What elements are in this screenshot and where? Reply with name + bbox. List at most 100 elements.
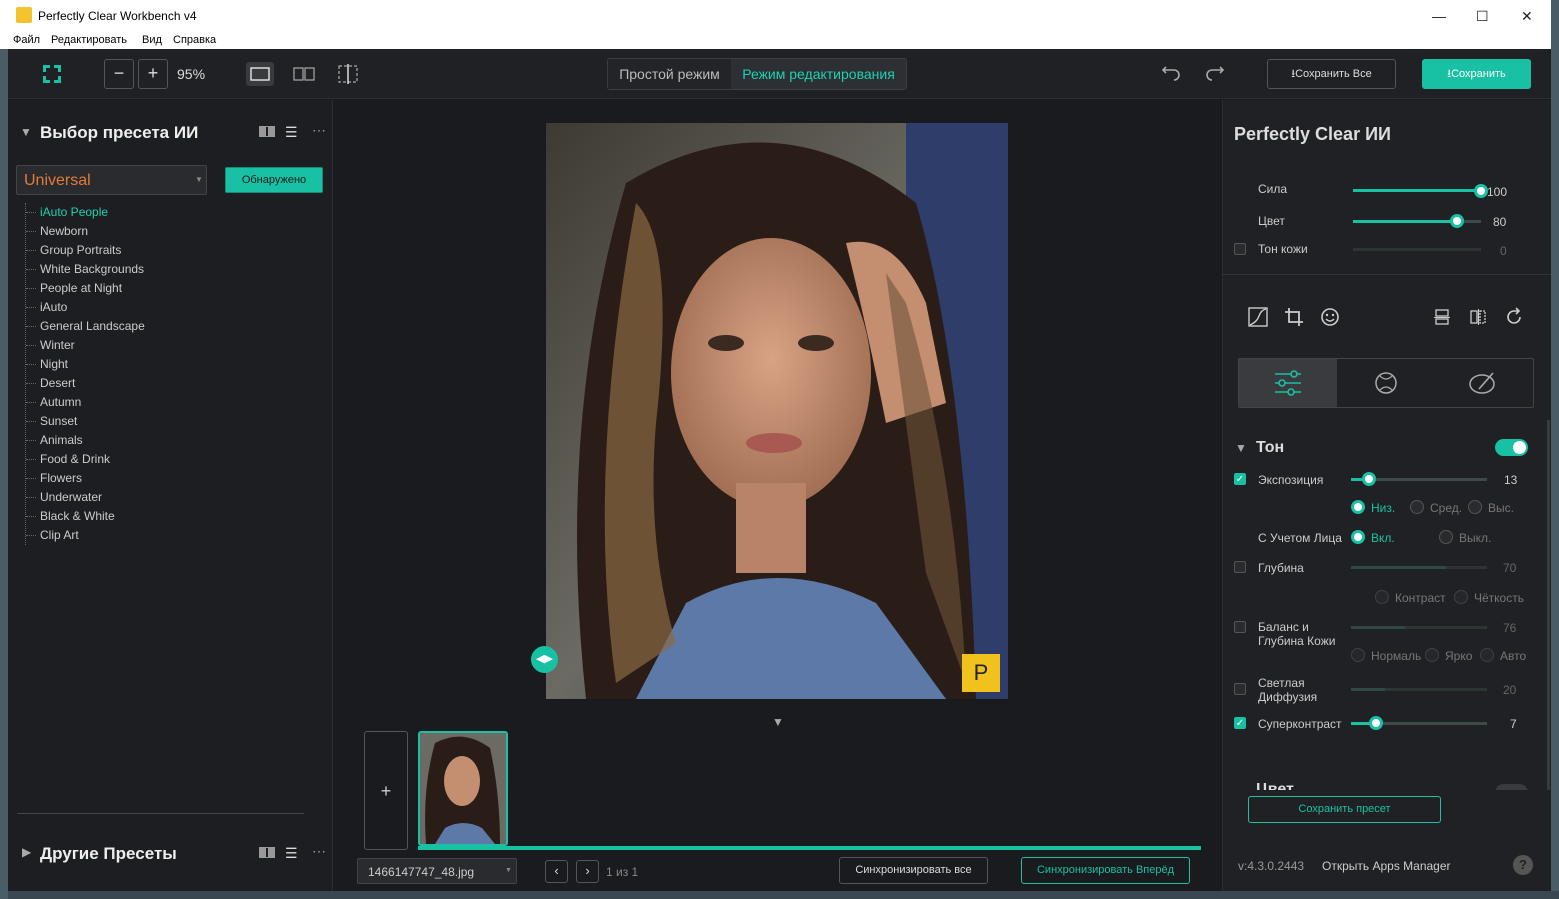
preset-item[interactable]: iAuto People xyxy=(26,203,145,222)
strength-slider[interactable] xyxy=(1353,189,1481,192)
rotate-icon[interactable] xyxy=(1503,306,1525,328)
list-view-icon[interactable]: ☰ xyxy=(285,124,298,141)
minimize-button[interactable]: — xyxy=(1432,8,1446,24)
curves-icon[interactable] xyxy=(1247,306,1269,328)
list-view-icon[interactable]: ☰ xyxy=(285,845,298,862)
preset-item[interactable]: Night xyxy=(26,355,145,374)
category-select[interactable]: Universal ▼ xyxy=(16,165,207,195)
next-image-button[interactable]: › xyxy=(576,860,599,883)
app-brand-icon[interactable] xyxy=(40,62,64,86)
grid-view-icon[interactable] xyxy=(259,126,275,137)
apps-manager-link[interactable]: Открыть Apps Manager xyxy=(1322,859,1451,873)
edit-mode-tab[interactable]: Режим редактирования xyxy=(731,59,906,89)
depth-checkbox[interactable] xyxy=(1234,561,1246,573)
slider-knob[interactable] xyxy=(1474,184,1488,198)
exposure-mid-radio[interactable] xyxy=(1410,500,1424,514)
tone-toggle[interactable] xyxy=(1495,439,1528,456)
skin-balance-slider[interactable] xyxy=(1351,626,1487,629)
zoom-in-button[interactable]: + xyxy=(138,59,168,89)
maximize-button[interactable]: ☐ xyxy=(1476,8,1489,25)
preset-item[interactable]: Autumn xyxy=(26,393,145,412)
tab-effects[interactable] xyxy=(1337,359,1435,407)
more-options-icon[interactable]: ⋯ xyxy=(312,122,326,139)
expand-other-presets-icon[interactable]: ▶ xyxy=(22,845,31,859)
bright-radio[interactable] xyxy=(1425,648,1439,662)
compare-view-icon[interactable] xyxy=(334,62,362,86)
preset-item[interactable]: iAuto xyxy=(26,298,145,317)
preset-item[interactable]: Black & White xyxy=(26,507,145,526)
face-icon[interactable] xyxy=(1319,306,1341,328)
normal-radio[interactable] xyxy=(1351,648,1365,662)
preset-item[interactable]: Food & Drink xyxy=(26,450,145,469)
flip-horizontal-icon[interactable] xyxy=(1467,306,1489,328)
single-view-button[interactable] xyxy=(246,62,274,86)
preset-item[interactable]: People at Night xyxy=(26,279,145,298)
slider-knob[interactable] xyxy=(1450,214,1464,228)
preset-item[interactable]: Group Portraits xyxy=(26,241,145,260)
panel-scrollbar[interactable] xyxy=(1547,420,1550,790)
split-handle-icon[interactable]: ◀▶ xyxy=(531,646,558,673)
slider-knob[interactable] xyxy=(1362,472,1376,486)
exposure-label: Экспозиция xyxy=(1258,473,1324,487)
face-aware-on-radio[interactable] xyxy=(1351,530,1365,544)
thumbnail[interactable] xyxy=(418,731,508,846)
grid-view-icon[interactable] xyxy=(259,847,275,858)
preset-item[interactable]: Sunset xyxy=(26,412,145,431)
preset-item[interactable]: Winter xyxy=(26,336,145,355)
detected-button[interactable]: Обнаружено xyxy=(225,167,323,193)
skin-balance-checkbox[interactable] xyxy=(1234,621,1246,633)
simple-mode-tab[interactable]: Простой режим xyxy=(608,59,731,89)
sync-all-button[interactable]: Синхронизировать все xyxy=(839,857,988,884)
help-icon[interactable]: ? xyxy=(1513,855,1533,875)
preset-item[interactable]: Animals xyxy=(26,431,145,450)
menu-help[interactable]: Справка xyxy=(173,34,216,46)
color-toggle[interactable] xyxy=(1495,784,1528,790)
sync-forward-button[interactable]: Синхронизировать Вперёд xyxy=(1021,857,1190,884)
split-view-icon[interactable] xyxy=(290,62,318,86)
prev-image-button[interactable]: ‹ xyxy=(545,860,568,883)
preset-item[interactable]: White Backgrounds xyxy=(26,260,145,279)
filmstrip-scrollbar[interactable] xyxy=(418,846,1201,850)
contrast-radio[interactable] xyxy=(1375,590,1389,604)
skin-tone-slider[interactable] xyxy=(1353,248,1481,251)
file-select[interactable]: 1466147747_48.jpg ▼ xyxy=(357,858,517,884)
expand-filmstrip-icon[interactable]: ▼ xyxy=(772,715,784,729)
undo-icon[interactable] xyxy=(1158,62,1182,86)
preset-item[interactable]: Underwater xyxy=(26,488,145,507)
collapse-ai-presets-icon[interactable]: ▼ xyxy=(20,125,32,139)
auto-radio[interactable] xyxy=(1480,648,1494,662)
preset-item[interactable]: General Landscape xyxy=(26,317,145,336)
redo-icon[interactable] xyxy=(1204,62,1228,86)
add-image-button[interactable]: + xyxy=(364,731,408,850)
close-button[interactable]: ✕ xyxy=(1521,8,1533,25)
diffusion-slider[interactable] xyxy=(1351,688,1487,691)
menu-view[interactable]: Вид xyxy=(142,34,162,46)
depth-slider[interactable] xyxy=(1351,566,1487,569)
face-aware-off-radio[interactable] xyxy=(1439,530,1453,544)
clarity-radio[interactable] xyxy=(1454,590,1468,604)
supercontrast-checkbox[interactable]: ✓ xyxy=(1234,717,1246,729)
menu-edit[interactable]: Редактировать xyxy=(51,34,127,46)
menu-file[interactable]: Файл xyxy=(13,34,40,46)
crop-icon[interactable] xyxy=(1283,306,1305,328)
save-all-button[interactable]: ⭳Сохранить Все xyxy=(1267,59,1396,89)
more-options-icon[interactable]: ⋯ xyxy=(312,843,326,860)
exposure-low-radio[interactable] xyxy=(1351,500,1365,514)
exposure-checkbox[interactable]: ✓ xyxy=(1234,473,1246,485)
preset-item[interactable]: Desert xyxy=(26,374,145,393)
photo-preview[interactable] xyxy=(546,123,1008,699)
flip-vertical-icon[interactable] xyxy=(1431,306,1453,328)
exposure-high-radio[interactable] xyxy=(1468,500,1482,514)
preset-item[interactable]: Clip Art xyxy=(26,526,145,545)
collapse-tone-icon[interactable]: ▼ xyxy=(1235,441,1247,455)
diffusion-checkbox[interactable] xyxy=(1234,683,1246,695)
zoom-out-button[interactable]: − xyxy=(104,59,134,89)
preset-item[interactable]: Newborn xyxy=(26,222,145,241)
slider-knob[interactable] xyxy=(1369,716,1383,730)
tab-adjustments[interactable] xyxy=(1239,359,1337,407)
skin-tone-checkbox[interactable] xyxy=(1234,243,1246,255)
tab-retouch[interactable] xyxy=(1435,359,1533,407)
save-button[interactable]: ⭳Сохранить xyxy=(1422,59,1531,89)
preset-item[interactable]: Flowers xyxy=(26,469,145,488)
save-preset-button[interactable]: Сохранить пресет xyxy=(1248,796,1441,823)
